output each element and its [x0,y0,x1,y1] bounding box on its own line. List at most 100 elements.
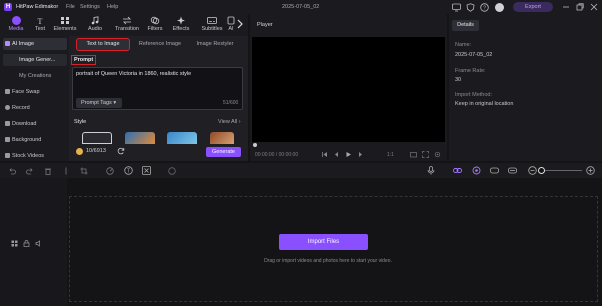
tab-text[interactable]: T Text [28,15,52,35]
close-icon[interactable] [589,2,599,12]
tab-image-restyler[interactable]: Image Restyler [189,39,241,50]
player-preview[interactable] [252,37,445,142]
menu-settings[interactable]: Settings [80,4,100,10]
split-icon[interactable] [62,167,70,175]
generate-button[interactable]: Generate [206,147,241,157]
minimize-icon[interactable] [561,2,571,12]
redo-icon[interactable] [26,167,34,175]
prompt-text[interactable]: portrait of Queen Victoria in 1860, real… [76,71,191,77]
sidebar-item-image-generator[interactable]: Image Gener... [3,54,67,66]
elements-icon [60,16,70,25]
auto-edit-icon[interactable] [142,166,151,175]
import-files-button[interactable]: Import Files [279,234,368,250]
style-thumbnail-4[interactable] [210,132,234,144]
tab-reference-image[interactable]: Reference Image [134,39,186,50]
stock-videos-icon [5,153,10,158]
undo-icon[interactable] [8,167,16,175]
settings-icon[interactable] [434,151,441,158]
tab-elements[interactable]: Elements [53,15,77,35]
sidebar-item-stock-videos[interactable]: Stock Videos [3,150,67,162]
tab-audio[interactable]: Audio [83,15,107,35]
refresh-icon[interactable] [117,147,125,155]
tab-subtitles[interactable]: Subtitles [198,15,226,35]
zoom-in-icon[interactable] [586,166,595,175]
menu-help[interactable]: Help [107,4,118,10]
menu-file[interactable]: File [66,4,75,10]
drop-hint: Drag or import videos and photos here to… [264,258,392,264]
playhead-handle[interactable] [253,143,257,147]
sidebar-item-my-creations[interactable]: My Creations [3,70,67,82]
svg-text:?: ? [483,6,486,12]
svg-text:T: T [38,17,43,25]
details-panel [449,14,602,161]
export-button[interactable]: Export [513,2,553,12]
previous-frame-icon[interactable] [321,151,328,158]
shield-icon[interactable] [466,3,475,12]
tab-text-to-image[interactable]: Text to Image [76,38,130,51]
tab-ai[interactable]: AI [226,15,236,35]
sidebar-item-download[interactable]: Download [3,118,67,130]
sidebar-item-face-swap[interactable]: Face Swap [3,86,67,98]
style-thumbnail-3[interactable] [167,132,197,144]
help-icon[interactable]: ? [480,3,489,12]
magnet-icon[interactable] [472,166,481,175]
zoom-slider[interactable] [540,170,582,171]
style-thumbnail-2[interactable] [125,132,155,144]
aspect-ratio-select[interactable]: 1:1 [387,152,394,158]
play-icon[interactable] [345,151,352,158]
effects-icon [176,16,186,25]
tab-details[interactable]: Details [452,20,479,31]
music-icon [90,16,100,25]
sidebar-item-ai-image[interactable]: AI Image [3,38,67,50]
name-label: Name: [455,42,472,48]
chevron-right-icon[interactable] [237,19,243,29]
forward-icon[interactable] [357,151,364,158]
svg-text:T: T [127,169,130,175]
prompt-label: Prompt [70,55,97,65]
sidebar-item-background[interactable]: Background [3,134,67,146]
more-icon[interactable] [168,167,176,175]
lock-icon[interactable] [23,240,30,247]
style-thumbnail-none[interactable] [82,132,112,144]
delete-icon[interactable] [44,167,52,175]
rewind-icon[interactable] [333,151,340,158]
zoom-out-icon[interactable] [528,166,537,175]
monitor-icon[interactable] [452,3,461,12]
tab-effects[interactable]: Effects [169,15,193,35]
background-icon [5,137,10,142]
download-icon [5,121,10,126]
tab-transition[interactable]: Transition [112,15,142,35]
name-value: 2025-07-05_02 [455,52,493,58]
fit-icon[interactable] [508,166,517,175]
view-all-link[interactable]: View All › [218,119,241,125]
style-label: Style [74,119,87,125]
credits-count: 10/6913 [86,148,106,154]
fullscreen-icon[interactable] [422,151,429,158]
prompt-tags-dropdown[interactable]: Prompt Tags ▾ [76,98,122,108]
caret-down-icon: ▾ [113,100,117,106]
sidebar-item-record[interactable]: Record [3,102,67,114]
restore-icon[interactable] [575,2,585,12]
chevron-right-icon: › [238,119,241,125]
mic-icon[interactable] [427,166,435,175]
player-label: Player [257,22,273,28]
speed-icon[interactable] [106,167,114,175]
track-settings-icon[interactable] [11,240,18,247]
link-icon[interactable] [453,166,462,175]
track-icon[interactable] [490,166,499,175]
text-icon: T [35,16,45,25]
snapshot-icon[interactable] [410,151,417,158]
crop-icon[interactable] [80,167,88,175]
avatar[interactable] [495,3,504,12]
app-logo-icon: H [4,3,12,11]
record-icon [5,105,10,110]
filters-icon [150,16,160,25]
player-timecode: 00:00:00 / 00:00:00 [255,152,299,158]
tab-media[interactable]: Media [4,15,28,35]
text-tool-icon[interactable]: T [124,166,133,175]
mute-icon[interactable] [35,240,42,247]
face-swap-icon [5,89,10,94]
zoom-slider-handle[interactable] [538,167,545,174]
transition-icon [122,16,132,25]
tab-filters[interactable]: Filters [143,15,167,35]
